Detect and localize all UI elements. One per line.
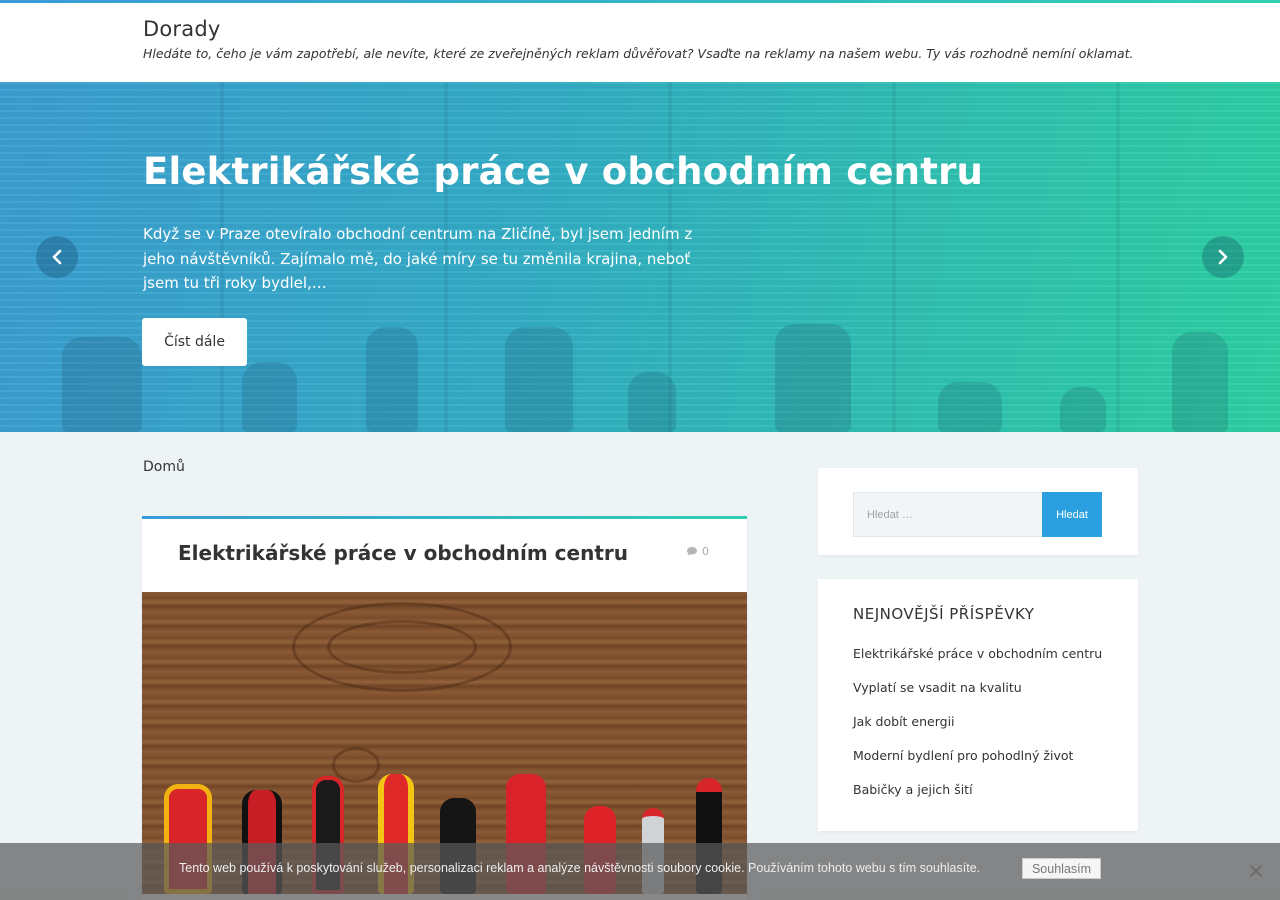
cookie-notice: Tento web používá k poskytování služeb, … xyxy=(0,843,1280,900)
post-title[interactable]: Elektrikářské práce v obchodním centru xyxy=(178,541,628,565)
cookie-accept-button[interactable]: Souhlasím xyxy=(1022,858,1101,879)
breadcrumb-home[interactable]: Domů xyxy=(143,459,185,475)
recent-posts-widget: NEJNOVĚJŠÍ PŘÍSPĚVKY Elektrikářské práce… xyxy=(818,579,1138,831)
hero-tool-silhouette xyxy=(62,337,142,432)
recent-post-link[interactable]: Elektrikářské práce v obchodním centru xyxy=(853,646,1102,680)
hero-slider: Elektrikářské práce v obchodním centru K… xyxy=(0,82,1280,432)
hero-tool-silhouette xyxy=(505,327,573,432)
search-input[interactable] xyxy=(853,492,1042,537)
search-button[interactable]: Hledat xyxy=(1042,492,1102,537)
chevron-left-icon xyxy=(52,249,62,265)
hero-tool-silhouette xyxy=(242,362,297,432)
wood-knot xyxy=(332,747,380,783)
close-icon[interactable] xyxy=(1248,863,1264,879)
slider-next-button[interactable] xyxy=(1202,236,1244,278)
hero-excerpt: Když se v Praze otevíralo obchodní centr… xyxy=(143,225,693,292)
hero-tool-silhouette xyxy=(938,382,1002,432)
recent-post-link[interactable]: Jak dobít energii xyxy=(853,714,1102,748)
recent-post-link[interactable]: Babičky a jejich šití xyxy=(853,782,1102,816)
hero-tool-silhouette xyxy=(1172,332,1228,432)
hero-tool-silhouette xyxy=(1060,387,1106,432)
hero-tool-silhouette xyxy=(366,327,418,432)
recent-posts-heading: NEJNOVĚJŠÍ PŘÍSPĚVKY xyxy=(853,605,1035,623)
read-more-button[interactable]: Číst dále xyxy=(142,318,247,366)
site-header: Dorady Hledáte to, čeho je vám zapotřebí… xyxy=(0,3,1280,82)
search-widget: Hledat xyxy=(818,468,1138,555)
wood-knot xyxy=(327,620,477,674)
hero-title[interactable]: Elektrikářské práce v obchodním centru xyxy=(143,150,983,193)
recent-post-link[interactable]: Moderní bydlení pro pohodlný život xyxy=(853,748,1102,782)
cookie-notice-text: Tento web používá k poskytování služeb, … xyxy=(179,861,981,875)
site-tagline: Hledáte to, čeho je vám zapotřebí, ale n… xyxy=(143,46,1134,61)
breadcrumb: Domů xyxy=(143,459,185,475)
chevron-right-icon xyxy=(1218,249,1228,265)
comment-icon xyxy=(687,547,697,556)
recent-posts-list: Elektrikářské práce v obchodním centru V… xyxy=(853,646,1102,816)
comment-count: 0 xyxy=(702,545,709,558)
hero-tool-silhouette xyxy=(628,372,676,432)
hero-tool-silhouette xyxy=(775,324,851,432)
post-comment-link[interactable]: 0 xyxy=(686,545,709,558)
post-accent-bar xyxy=(142,516,747,519)
recent-post-link[interactable]: Vyplatí se vsadit na kvalitu xyxy=(853,680,1102,714)
site-title[interactable]: Dorady xyxy=(143,17,220,41)
slider-prev-button[interactable] xyxy=(36,236,78,278)
